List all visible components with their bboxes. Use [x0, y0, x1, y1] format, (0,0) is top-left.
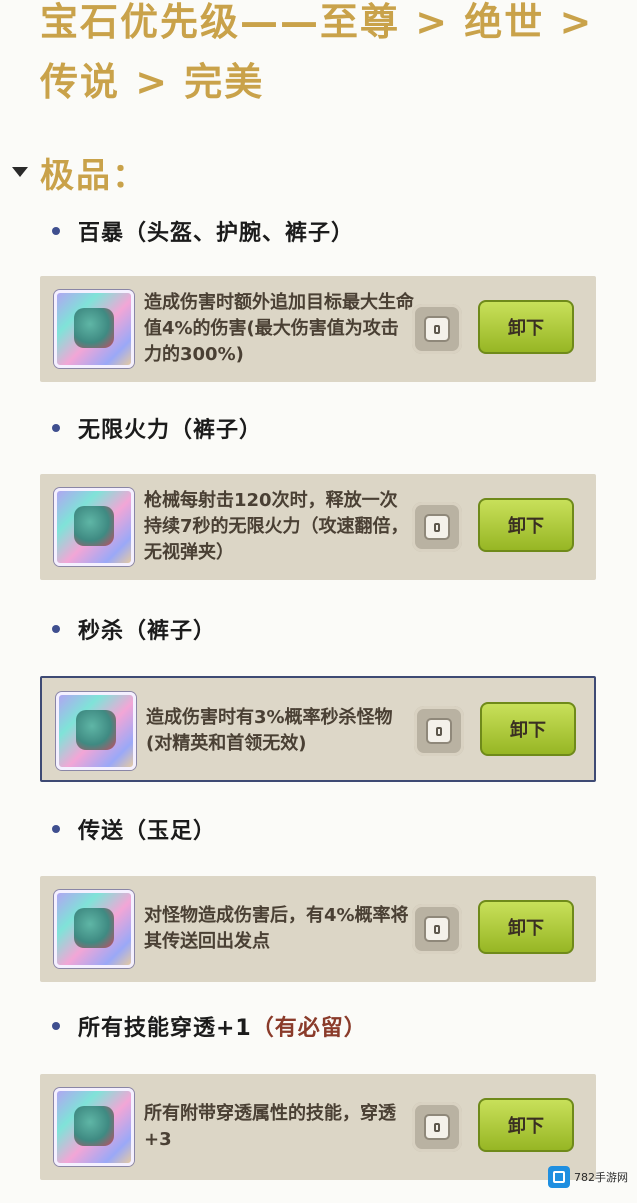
lock-icon[interactable]: [412, 304, 462, 354]
unequip-button[interactable]: 卸下: [478, 300, 574, 354]
unequip-button[interactable]: 卸下: [478, 1098, 574, 1152]
gem-icon: [54, 1088, 134, 1166]
bullet-icon: [52, 1022, 60, 1030]
bullet-icon: [52, 625, 60, 633]
list-item-label: 传送（玉足）: [52, 812, 216, 846]
unequip-button[interactable]: 卸下: [478, 900, 574, 954]
gem-icon: [54, 488, 134, 566]
gem-card-selected[interactable]: 造成伤害时有3%概率秒杀怪物(对精英和首领无效) 卸下: [40, 676, 596, 782]
list-item-label: 百暴（头盔、护腕、裤子）: [52, 214, 354, 248]
unequip-button[interactable]: 卸下: [480, 702, 576, 756]
section-header-premium[interactable]: 极品：: [12, 148, 148, 196]
list-item-label: 无限火力（裤子）: [52, 411, 262, 445]
gem-name: 秒杀（裤子）: [78, 619, 217, 644]
gem-description: 所有附带穿透属性的技能，穿透+3: [144, 1103, 396, 1150]
gem-card[interactable]: 枪械每射击120次时，释放一次持续7秒的无限火力（攻速翻倍，无视弹夹） 卸下: [40, 474, 596, 580]
lock-icon[interactable]: [414, 706, 464, 756]
list-item-label: 所有技能穿透+1 （有必留）: [52, 1009, 367, 1043]
gem-name: 无限火力（裤子）: [78, 418, 263, 443]
watermark-text: 782手游网: [574, 1171, 628, 1184]
lock-icon[interactable]: [412, 1102, 462, 1152]
gem-icon: [56, 692, 136, 770]
gem-description: 造成伤害时有3%概率秒杀怪物(对精英和首领无效): [146, 707, 393, 754]
bullet-icon: [52, 424, 60, 432]
caret-down-icon[interactable]: [12, 167, 28, 177]
gem-card[interactable]: 造成伤害时额外追加目标最大生命值4%的伤害(最大伤害值为攻击力的300%) 卸下: [40, 276, 596, 382]
gem-name: 所有技能穿透+1: [78, 1016, 252, 1041]
gem-card[interactable]: 对怪物造成伤害后，有4%概率将其传送回出发点 卸下: [40, 876, 596, 982]
gem-icon: [54, 290, 134, 368]
gem-note: （有必留）: [251, 1016, 367, 1041]
site-watermark: 782手游网: [548, 1162, 628, 1192]
section-label: 极品：: [40, 155, 148, 196]
lock-icon[interactable]: [412, 904, 462, 954]
site-logo-icon: [548, 1166, 570, 1188]
bullet-icon: [52, 227, 60, 235]
gem-card[interactable]: 所有附带穿透属性的技能，穿透+3 卸下: [40, 1074, 596, 1180]
page-title: 宝石优先级——至尊 > 绝世 > 传说 > 完美: [40, 0, 594, 104]
gem-description: 枪械每射击120次时，释放一次持续7秒的无限火力（攻速翻倍，无视弹夹）: [144, 490, 409, 563]
gem-description: 造成伤害时额外追加目标最大生命值4%的伤害(最大伤害值为攻击力的300%): [144, 292, 414, 365]
list-item-label: 秒杀（裤子）: [52, 612, 216, 646]
unequip-button[interactable]: 卸下: [478, 498, 574, 552]
gem-name: 传送（玉足）: [78, 819, 217, 844]
gem-description: 对怪物造成伤害后，有4%概率将其传送回出发点: [144, 905, 409, 952]
gem-icon: [54, 890, 134, 968]
bullet-icon: [52, 825, 60, 833]
lock-icon[interactable]: [412, 502, 462, 552]
gem-name: 百暴（头盔、护腕、裤子）: [78, 221, 355, 246]
